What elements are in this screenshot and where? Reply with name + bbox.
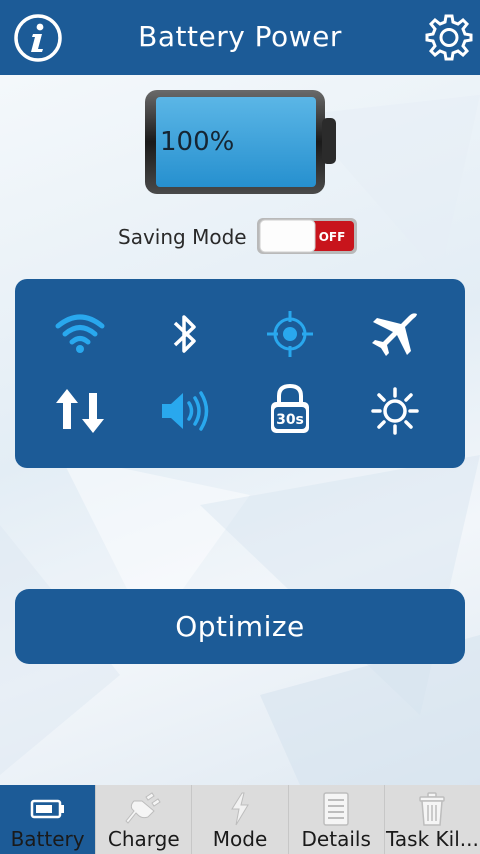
mobile-data-icon: [56, 389, 104, 433]
lightning-icon: [231, 792, 249, 826]
tab-label: Battery: [10, 827, 85, 851]
tab-task-killer[interactable]: Task Kil...: [385, 785, 480, 854]
volume-icon: [162, 391, 209, 431]
wifi-toggle[interactable]: [45, 299, 115, 369]
tab-label: Details: [301, 827, 371, 851]
screen-timeout-toggle[interactable]: 30s: [255, 374, 325, 444]
tab-details[interactable]: Details: [289, 785, 385, 854]
screen-timeout-icon: 30s: [271, 383, 309, 433]
page-title: Battery Power: [138, 20, 342, 53]
saving-mode-toggle[interactable]: OFF: [256, 217, 358, 255]
app-header: Battery Power: [0, 0, 480, 75]
gps-toggle[interactable]: [255, 299, 325, 369]
bottom-tab-bar: Battery Charge Mode Details Task Kil...: [0, 785, 480, 854]
plug-icon: [125, 792, 161, 824]
volume-toggle[interactable]: [150, 376, 220, 446]
tab-charge[interactable]: Charge: [96, 785, 193, 854]
tab-label: Charge: [107, 827, 180, 851]
timeout-value: 30s: [276, 412, 304, 428]
battery-level-text: 100%: [160, 127, 235, 157]
quick-settings-panel: 30s: [15, 279, 465, 468]
optimize-button[interactable]: Optimize: [15, 589, 465, 664]
airplane-icon: [372, 313, 417, 356]
bluetooth-icon: [173, 315, 196, 353]
tab-label: Task Kil...: [386, 827, 479, 851]
tab-label: Mode: [212, 827, 268, 851]
toggle-state-text: OFF: [319, 230, 346, 244]
bluetooth-toggle[interactable]: [150, 299, 220, 369]
settings-button[interactable]: [424, 12, 474, 62]
tab-battery[interactable]: Battery: [0, 785, 97, 854]
mobile-data-toggle[interactable]: [45, 376, 115, 446]
trash-icon: [419, 792, 446, 826]
list-icon: [323, 792, 349, 826]
wifi-icon: [55, 314, 105, 353]
airplane-toggle[interactable]: [360, 299, 430, 369]
tab-mode[interactable]: Mode: [192, 785, 289, 854]
battery-icon: [30, 799, 64, 819]
saving-mode-label: Saving Mode: [118, 225, 247, 249]
gear-icon: [425, 14, 473, 61]
brightness-icon: [371, 387, 419, 435]
gps-icon: [267, 311, 313, 357]
brightness-toggle[interactable]: [360, 376, 430, 446]
